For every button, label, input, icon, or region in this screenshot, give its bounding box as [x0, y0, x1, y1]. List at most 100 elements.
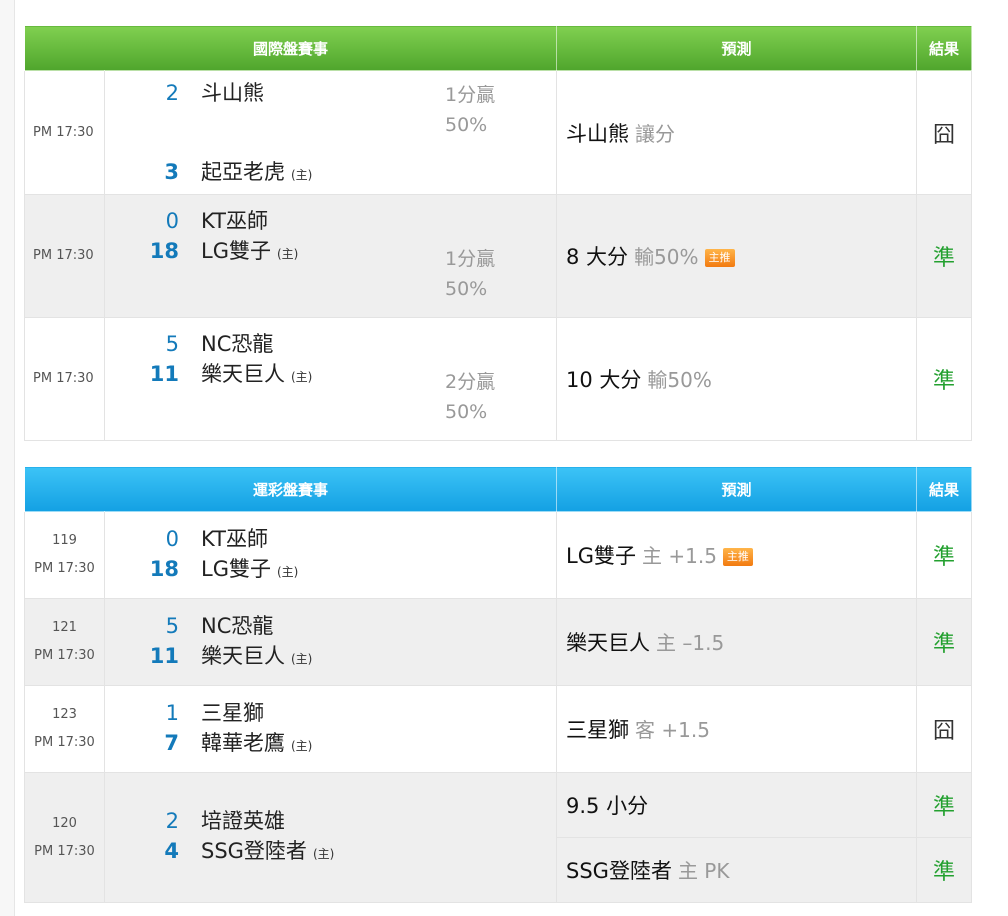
odds-line: 1分贏 [445, 83, 496, 106]
result-mark: 準 [916, 837, 973, 903]
home-tag: (主) [291, 167, 313, 182]
result-mark: 準 [916, 317, 973, 441]
away-score: 0 [165, 208, 179, 233]
result-mark: 準 [916, 598, 973, 686]
featured-badge: 主推 [704, 249, 735, 267]
away-score: 5 [165, 331, 179, 356]
result-mark: 囧 [916, 685, 973, 773]
home-score: 18 [149, 238, 179, 263]
home-tag: (主) [291, 369, 313, 384]
game-number-time: 121 PM 17:30 [24, 598, 105, 686]
away-team: 斗山熊 [201, 80, 264, 105]
odds: 1分贏 50% [439, 196, 495, 317]
match-cell: 2 斗山熊 3 起亞老虎 (主) 1分贏 50% [103, 70, 558, 195]
pick-detail: 輸50% [634, 245, 699, 269]
home-team-row: 7 韓華老鷹 (主) [105, 728, 556, 761]
home-tag: (主) [312, 847, 335, 861]
result-mark: 囧 [916, 70, 973, 195]
home-team: LG雙子 [201, 556, 271, 581]
pick-detail: 主 +1.5 [642, 544, 717, 568]
pick-team: 三星獅 [566, 718, 630, 742]
table-row[interactable]: PM 17:30 5 NC恐龍 11 樂天巨人 (主) 2分贏 50% 10 大… [24, 317, 973, 441]
home-tag: (主) [291, 738, 313, 753]
prediction: 9.5 小分 [556, 772, 918, 838]
prediction: 8 大分 輸50% 主推 [556, 194, 918, 318]
home-team: 樂天巨人 [201, 361, 285, 386]
match-cell: 5 NC恐龍 11 樂天巨人 (主) [103, 598, 558, 686]
table-row[interactable]: 121 PM 17:30 5 NC恐龍 11 樂天巨人 (主) 樂天巨人主 –1… [24, 598, 973, 686]
left-panel-edge [0, 0, 15, 916]
odds-percent: 50% [445, 277, 488, 300]
away-team-row: 0 KT巫師 [105, 524, 556, 554]
pick-total: 8 大分 [566, 245, 629, 269]
match-cell: 0 KT巫師 18 LG雙子 (主) 1分贏 50% [103, 194, 558, 318]
match-cell: 0 KT巫師 18 LG雙子 (主) [103, 511, 558, 599]
away-score: 0 [165, 526, 179, 551]
prediction: SSG登陸者主 PK [556, 837, 918, 903]
home-team-row: 18 LG雙子 (主) [105, 554, 556, 587]
lottery-prediction-table: 運彩盤賽事 預測 結果 119 PM 17:30 0 KT巫師 18 LG雙子 … [23, 466, 973, 903]
table-header: 運彩盤賽事 預測 結果 [23, 466, 973, 512]
pick-detail: 主 PK [677, 859, 730, 883]
prediction: 三星獅客 +1.5 [556, 685, 918, 773]
table-header: 國際盤賽事 預測 結果 [23, 25, 973, 71]
prediction: LG雙子主 +1.5 主推 [556, 511, 918, 599]
table-row[interactable]: 119 PM 17:30 0 KT巫師 18 LG雙子 (主) LG雙子主 +1… [24, 511, 973, 599]
away-score: 2 [165, 80, 179, 105]
away-team: 培證英雄 [201, 809, 285, 833]
table-row[interactable]: 123 PM 17:30 1 三星獅 7 韓華老鷹 (主) 三星獅客 +1.5 … [24, 685, 973, 773]
home-team: 樂天巨人 [201, 643, 285, 668]
prediction: 樂天巨人主 –1.5 [556, 598, 918, 686]
pick-detail: 輸50% [647, 368, 712, 392]
away-team: 三星獅 [201, 700, 264, 725]
home-team-row: 4 SSG登陸者 (主) [105, 836, 556, 869]
pick-detail: 客 +1.5 [635, 718, 710, 742]
home-tag: (主) [276, 564, 299, 579]
header-result: 結果 [916, 466, 973, 512]
away-score: 2 [165, 809, 179, 833]
pick-total: 9.5 小分 [566, 794, 649, 818]
odds-line: 2分贏 [445, 370, 496, 393]
header-event: 國際盤賽事 [23, 25, 558, 71]
pick-team: 斗山熊 [566, 121, 630, 146]
pick-detail: 讓分 [635, 121, 676, 146]
match-time: PM 17:30 [34, 843, 95, 859]
home-team-row: 11 樂天巨人 (主) [105, 641, 556, 674]
away-team-row: 1 三星獅 [105, 698, 556, 728]
odds-percent: 50% [445, 113, 488, 136]
odds: 1分贏 50% [439, 72, 495, 194]
away-team: NC恐龍 [201, 331, 274, 356]
result-mark: 準 [916, 194, 973, 318]
home-team: 韓華老鷹 [201, 730, 285, 755]
away-team-row: 5 NC恐龍 [105, 329, 439, 359]
away-team-row: 0 KT巫師 [105, 206, 439, 236]
home-score: 3 [164, 159, 179, 184]
away-team-row: 5 NC恐龍 [105, 611, 556, 641]
header-predict: 預測 [556, 25, 918, 71]
home-team-row: 18 LG雙子 (主) [105, 236, 439, 269]
match-cell: 2 培證英雄 4 SSG登陸者 (主) [103, 772, 558, 903]
away-team-row: 2 斗山熊 [105, 78, 439, 108]
table-row[interactable]: PM 17:30 0 KT巫師 18 LG雙子 (主) 1分贏 50% 8 大分… [24, 194, 973, 318]
header-predict: 預測 [556, 466, 918, 512]
home-tag: (主) [276, 246, 299, 261]
table-row[interactable]: 120 PM 17:30 2 培證英雄 4 SSG登陸者 (主) 9.5 小分 … [24, 772, 973, 903]
away-team: KT巫師 [201, 208, 268, 233]
odds-line: 1分贏 [445, 247, 496, 270]
result-mark: 準 [916, 511, 973, 599]
table-row[interactable]: PM 17:30 2 斗山熊 3 起亞老虎 (主) 1分贏 50% 斗山熊 讓分… [24, 70, 973, 195]
home-score: 7 [164, 730, 179, 755]
home-team-row: 3 起亞老虎 (主) [105, 157, 439, 190]
away-score: 5 [165, 613, 179, 638]
game-number-time: 123 PM 17:30 [24, 685, 105, 773]
match-time: PM 17:30 [24, 317, 105, 441]
match-time: PM 17:30 [24, 70, 105, 195]
game-number-time: 119 PM 17:30 [24, 511, 105, 599]
game-number: 120 [52, 815, 77, 831]
featured-badge: 主推 [722, 548, 753, 566]
pick-team: LG雙子 [566, 544, 636, 568]
match-time: PM 17:30 [34, 561, 95, 576]
match-cell: 5 NC恐龍 11 樂天巨人 (主) 2分贏 50% [103, 317, 558, 441]
pick-detail: 主 –1.5 [656, 631, 725, 655]
prediction: 斗山熊 讓分 [556, 70, 918, 195]
